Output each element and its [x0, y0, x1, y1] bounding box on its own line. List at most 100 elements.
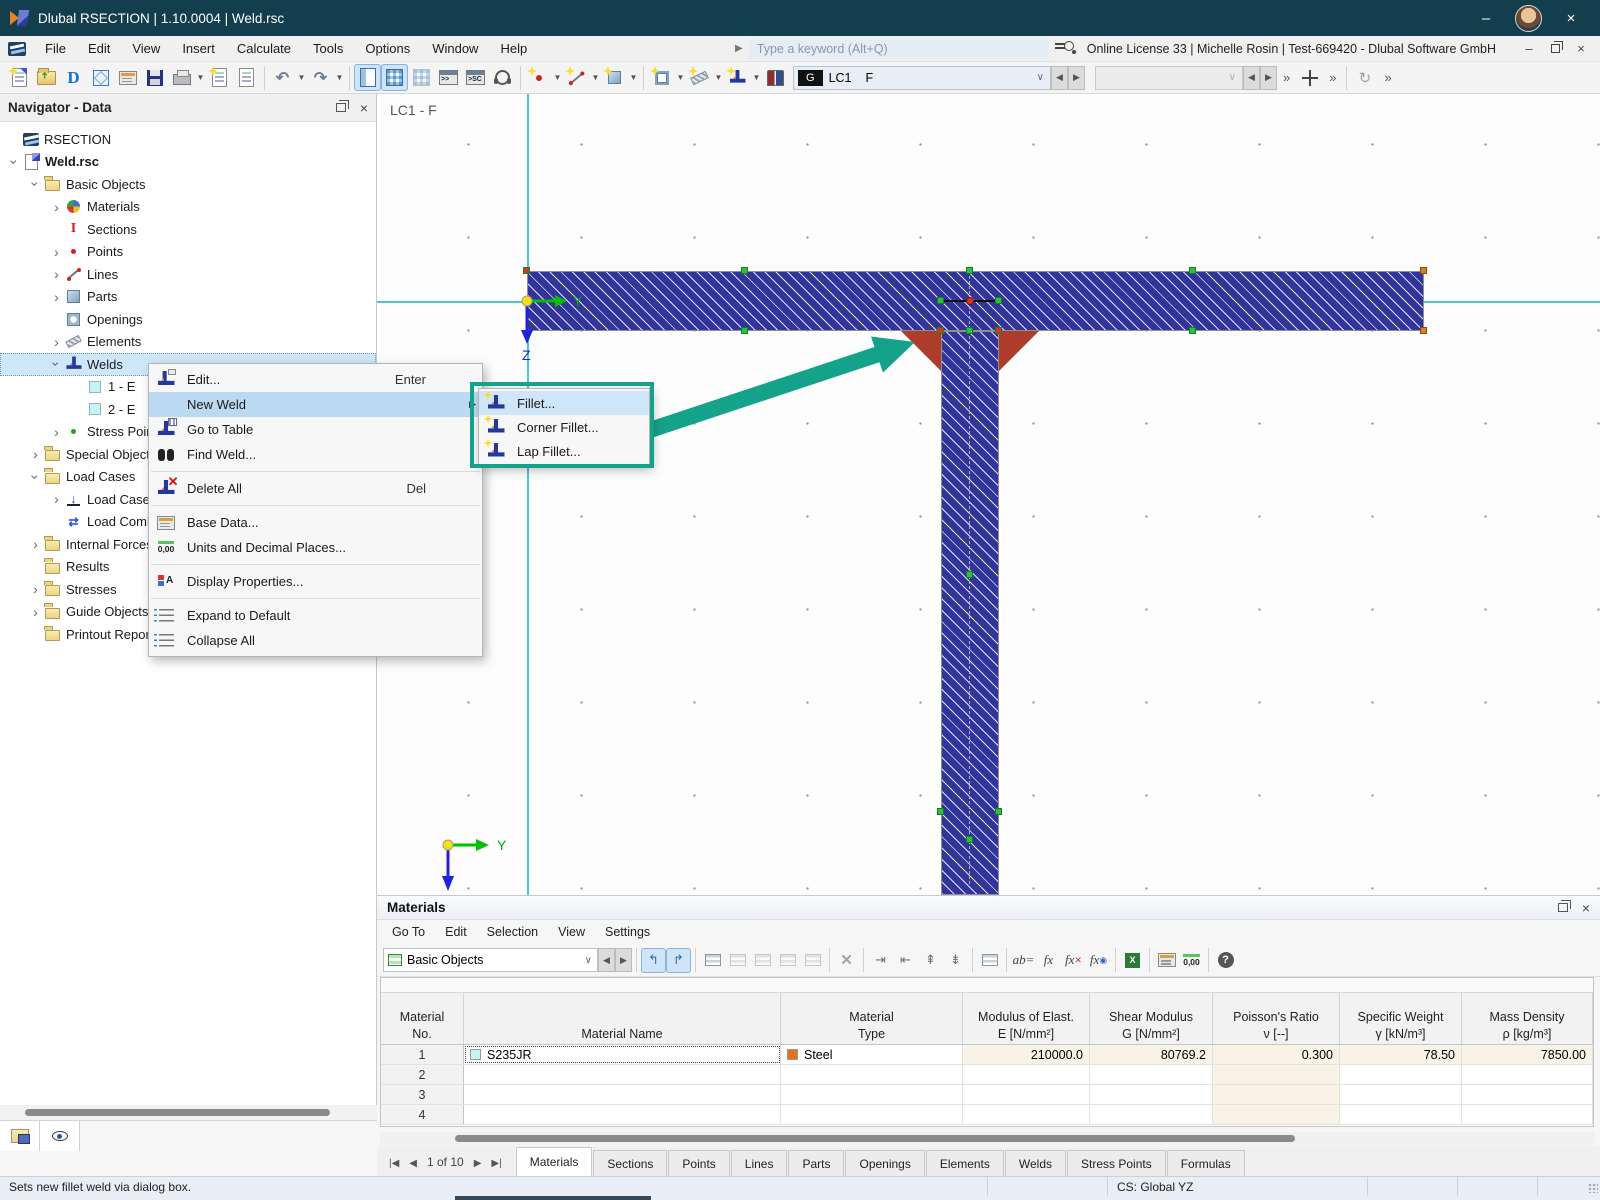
material-name-cell[interactable]: S235JR	[464, 1045, 781, 1064]
tree-item-points[interactable]: Points	[0, 241, 376, 264]
redo-dropdown[interactable]: ▼	[334, 64, 345, 91]
load-case-combo[interactable]: G LC1 F ∨	[793, 66, 1051, 90]
tab-formulas[interactable]: Formulas	[1167, 1150, 1245, 1176]
cell[interactable]	[1340, 1085, 1462, 1104]
table-view-button[interactable]	[977, 948, 1002, 973]
pan-zoom-button[interactable]	[1296, 64, 1323, 91]
menu-options[interactable]: Options	[354, 37, 421, 60]
new-opening-button[interactable]	[648, 64, 675, 91]
dlubal-button[interactable]: D	[60, 64, 87, 91]
navigator-close-icon[interactable]: ×	[360, 101, 368, 115]
cell[interactable]	[1462, 1105, 1593, 1124]
new-element-dropdown[interactable]: ▼	[713, 64, 724, 91]
cell[interactable]	[1090, 1065, 1213, 1084]
last-record-button[interactable]	[491, 1155, 501, 1169]
cell[interactable]	[963, 1085, 1090, 1104]
script-console-button[interactable]: >SC	[462, 64, 489, 91]
search-icon[interactable]	[1055, 40, 1077, 58]
tab-openings[interactable]: Openings	[845, 1150, 924, 1176]
delete-row-button[interactable]: ⇤	[893, 948, 918, 973]
close-button[interactable]: ×	[1556, 5, 1586, 31]
sync-graphic-button[interactable]: ↱	[666, 948, 691, 973]
clear-table-button[interactable]: ✕	[834, 948, 859, 973]
cell[interactable]	[1340, 1105, 1462, 1124]
tables-toggle-button[interactable]	[381, 64, 408, 91]
navigator-display-tab-button[interactable]	[40, 1121, 80, 1151]
help-button[interactable]: ?	[1213, 948, 1238, 973]
materials-menu-selection[interactable]: Selection	[478, 922, 547, 942]
new-weld-button[interactable]	[724, 64, 751, 91]
section-display-button[interactable]	[762, 64, 789, 91]
secondary-prev-button[interactable]: ◀	[1243, 66, 1260, 90]
toolbar-overflow-2[interactable]: »	[1323, 70, 1342, 85]
navigator-hscrollbar[interactable]	[0, 1105, 377, 1120]
menu-file[interactable]: File	[34, 37, 77, 60]
sync-selection-button[interactable]: ↰	[641, 948, 666, 973]
table-connect-button[interactable]	[725, 948, 750, 973]
context-menu-item-expand-default[interactable]: Expand to Default	[149, 603, 482, 628]
user-avatar[interactable]	[1515, 5, 1542, 32]
new-element-button[interactable]	[686, 64, 713, 91]
printout-report-button[interactable]	[233, 64, 260, 91]
cell[interactable]	[1090, 1085, 1213, 1104]
navigator-toggle-button[interactable]	[354, 64, 381, 91]
table-grid-button[interactable]	[800, 948, 825, 973]
new-printout-report-button[interactable]	[206, 64, 233, 91]
cell[interactable]	[1213, 1065, 1340, 1084]
toolbar-overflow-3[interactable]: »	[1378, 70, 1397, 85]
new-point-button[interactable]	[525, 64, 552, 91]
tree-item-materials[interactable]: Materials	[0, 196, 376, 219]
new-line-button[interactable]	[563, 64, 590, 91]
redo-button[interactable]: ↷	[307, 64, 334, 91]
tab-welds[interactable]: Welds	[1005, 1150, 1066, 1176]
shear-modulus-cell[interactable]: 80769.2	[1090, 1045, 1213, 1064]
table-add-button[interactable]	[750, 948, 775, 973]
material-name-cell[interactable]	[464, 1065, 781, 1084]
secondary-combo[interactable]: ∨	[1095, 66, 1243, 90]
tab-materials[interactable]: Materials	[516, 1147, 593, 1176]
tree-item-sections[interactable]: ISections	[0, 218, 376, 241]
menu-window[interactable]: Window	[421, 37, 489, 60]
load-case-prev-button[interactable]: ◀	[1051, 66, 1068, 90]
next-record-button[interactable]	[474, 1155, 482, 1169]
material-type-cell[interactable]	[781, 1085, 963, 1104]
keyword-search-input[interactable]	[749, 39, 1049, 59]
tab-sections[interactable]: Sections	[593, 1150, 667, 1176]
table-next-button[interactable]: ▶	[615, 948, 632, 972]
cell[interactable]	[963, 1065, 1090, 1084]
material-type-cell[interactable]: Steel	[781, 1045, 963, 1064]
save-button[interactable]	[141, 64, 168, 91]
menu-insert[interactable]: Insert	[171, 37, 226, 60]
move-row-down-button[interactable]: ⇟	[943, 948, 968, 973]
cell[interactable]	[1462, 1065, 1593, 1084]
context-menu-item-new-weld[interactable]: New Weld ▶	[149, 392, 482, 417]
rotate-view-button[interactable]: ↻	[1351, 64, 1378, 91]
new-part-dropdown[interactable]: ▼	[628, 64, 639, 91]
scrollbar-thumb[interactable]	[25, 1109, 330, 1116]
materials-close-icon[interactable]: ×	[1582, 901, 1590, 915]
cell[interactable]	[1090, 1105, 1213, 1124]
section-web[interactable]	[941, 331, 999, 895]
tab-elements[interactable]: Elements	[926, 1150, 1004, 1176]
model-3d-button[interactable]	[87, 64, 114, 91]
undo-dropdown[interactable]: ▼	[296, 64, 307, 91]
tab-parts[interactable]: Parts	[788, 1150, 844, 1176]
cell[interactable]	[1213, 1085, 1340, 1104]
search-collapse-icon[interactable]: ▶	[735, 43, 743, 54]
navigator-dock-icon[interactable]	[336, 103, 346, 112]
print-dropdown[interactable]: ▼	[195, 64, 206, 91]
toolbar-overflow-1[interactable]: »	[1277, 70, 1296, 85]
cell[interactable]	[963, 1105, 1090, 1124]
tree-item-openings[interactable]: Openings	[0, 308, 376, 331]
new-line-dropdown[interactable]: ▼	[590, 64, 601, 91]
context-menu-item-collapse-all[interactable]: Collapse All	[149, 628, 482, 653]
base-data-button-2[interactable]	[1154, 948, 1179, 973]
load-case-next-button[interactable]: ▶	[1068, 66, 1085, 90]
child-restore-button[interactable]	[1544, 39, 1566, 59]
tab-points[interactable]: Points	[668, 1150, 729, 1176]
context-menu-item-units[interactable]: 0,00 Units and Decimal Places...	[149, 535, 482, 560]
tree-item-parts[interactable]: Parts	[0, 286, 376, 309]
context-menu-item-display-properties[interactable]: A Display Properties...	[149, 569, 482, 594]
graphics-viewport[interactable]: LC1 - F Y Z Y Z	[377, 94, 1600, 895]
new-opening-dropdown[interactable]: ▼	[675, 64, 686, 91]
